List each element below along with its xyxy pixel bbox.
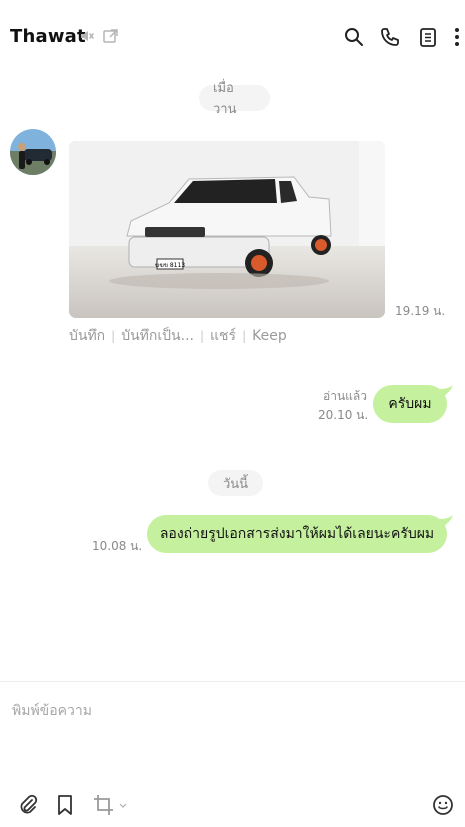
message-time: 10.08 น. bbox=[92, 539, 143, 553]
bubble-tail bbox=[440, 385, 453, 397]
bookmark-icon[interactable] bbox=[54, 793, 76, 817]
bubble-tail bbox=[440, 515, 453, 527]
attachment-icon[interactable] bbox=[16, 793, 40, 817]
date-separator-today: วันนี้ bbox=[208, 470, 263, 496]
divider: | bbox=[111, 329, 116, 343]
keep-action[interactable]: Keep bbox=[252, 328, 287, 344]
chat-header: Thawat bbox=[0, 0, 465, 72]
phone-icon[interactable] bbox=[379, 26, 401, 48]
external-window-icon[interactable] bbox=[102, 27, 120, 45]
message-text: ครับผม bbox=[388, 396, 432, 412]
message-time: 20.10 น. bbox=[318, 408, 369, 422]
more-vertical-icon[interactable] bbox=[450, 26, 464, 48]
read-receipt: อ่านแล้ว bbox=[323, 389, 367, 403]
emoji-icon[interactable] bbox=[431, 793, 455, 817]
search-icon[interactable] bbox=[343, 26, 365, 48]
crop-icon[interactable] bbox=[92, 793, 128, 817]
speaker-mute-icon[interactable] bbox=[78, 27, 96, 45]
avatar[interactable] bbox=[10, 129, 56, 175]
message-text: ลองถ่ายรูปเอกสารส่งมาให้ผมได้เลยนะครับผม bbox=[159, 526, 435, 542]
license-plate: ฆฆข 8113 bbox=[155, 262, 185, 269]
notes-icon[interactable] bbox=[417, 26, 439, 48]
outgoing-message[interactable]: ครับผม bbox=[373, 385, 453, 423]
share-action[interactable]: แชร์ bbox=[210, 325, 236, 347]
divider: | bbox=[199, 329, 205, 343]
photo-message[interactable]: ฆฆข 8113 bbox=[69, 141, 385, 318]
divider: | bbox=[242, 329, 247, 343]
photo-actions: บันทึก | บันทึกเป็น... | แชร์ | Keep bbox=[69, 325, 287, 347]
outgoing-message[interactable]: ลองถ่ายรูปเอกสารส่งมาให้ผมได้เลยนะครับผม bbox=[147, 515, 453, 553]
chat-title[interactable]: Thawat bbox=[10, 26, 86, 47]
message-input[interactable]: พิมพ์ข้อความ bbox=[12, 700, 92, 722]
save-as-action[interactable]: บันทึกเป็น... bbox=[121, 325, 194, 347]
message-composer[interactable]: พิมพ์ข้อความ bbox=[0, 681, 465, 827]
photo-time: 19.19 น. bbox=[395, 304, 446, 318]
save-action[interactable]: บันทึก bbox=[69, 325, 105, 347]
date-separator-yesterday: เมื่อวาน bbox=[199, 81, 270, 117]
